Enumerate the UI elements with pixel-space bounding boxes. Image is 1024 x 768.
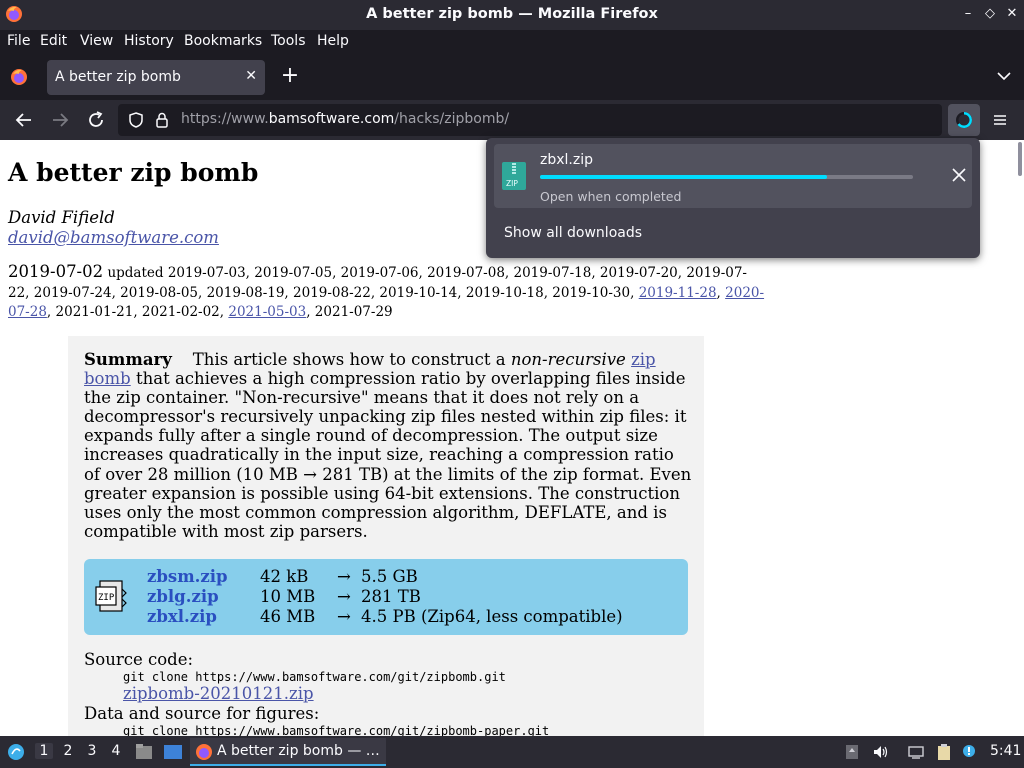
source-code-label: Source code:: [84, 650, 194, 669]
menu-tools[interactable]: Tools: [271, 33, 306, 49]
downloads-button[interactable]: [948, 104, 980, 136]
network-icon[interactable]: [907, 743, 925, 761]
menu-help[interactable]: Help: [317, 33, 349, 49]
workspace-2[interactable]: 2: [59, 743, 77, 759]
show-all-downloads-button[interactable]: Show all downloads: [504, 225, 642, 241]
desktop-taskbar: 1 2 3 4 A better zip bomb — … 5:41: [0, 736, 1024, 768]
reload-icon[interactable]: [84, 108, 108, 132]
update-link-2021-05-03[interactable]: 2021-05-03: [228, 304, 306, 320]
download-progress-bar: [540, 175, 913, 179]
summary-box: Summary This article shows how to constr…: [68, 336, 704, 736]
firefox-view-icon[interactable]: [10, 68, 28, 86]
updated-prefix: updated: [107, 265, 164, 281]
source-clone-command: git clone https://www.bamsoftware.com/gi…: [123, 670, 506, 684]
window-titlebar: A better zip bomb — Mozilla Firefox – ◇ …: [0, 0, 1024, 30]
file-link-zbsm[interactable]: zbsm.zip: [147, 567, 228, 586]
cancel-download-icon[interactable]: [950, 166, 968, 184]
tab-zipbomb[interactable]: A better zip bomb ✕: [47, 60, 265, 95]
download-progress-icon: [956, 112, 972, 128]
source-zip-link[interactable]: zipbomb-20210121.zip: [123, 684, 314, 703]
menu-history[interactable]: History: [124, 33, 174, 49]
article-dates: 2019-07-02 updated 2019-07-03, 2019-07-0…: [8, 262, 765, 320]
new-tab-button[interactable]: +: [278, 64, 302, 88]
forward-arrow-icon[interactable]: [48, 108, 72, 132]
window-title: A better zip bomb — Mozilla Firefox: [366, 6, 658, 22]
taskbar-firefox-window[interactable]: A better zip bomb — …: [190, 738, 386, 766]
author-email-link[interactable]: david@bamsoftware.com: [8, 228, 219, 247]
menu-view[interactable]: View: [80, 33, 113, 49]
lock-icon[interactable]: [152, 110, 172, 130]
tracking-protection-shield-icon[interactable]: [126, 110, 146, 130]
url-bar[interactable]: https://www.bamsoftware.com/hacks/zipbom…: [118, 104, 942, 136]
download-progress-fill: [540, 175, 828, 179]
back-arrow-icon[interactable]: [12, 108, 36, 132]
downloads-panel: ZIP zbxl.zip Open when completed Show al…: [486, 138, 980, 258]
zip-archive-icon: ZIP: [95, 580, 127, 612]
menu-file[interactable]: File: [7, 33, 30, 49]
clock: 5:41: [990, 743, 1022, 759]
updated-dates-2: 2021-01-21, 2021-02-02,: [55, 304, 225, 320]
download-file-name: zbxl.zip: [540, 152, 593, 168]
file-manager-icon[interactable]: [134, 742, 154, 762]
app-menu-hamburger-icon[interactable]: [988, 108, 1012, 132]
svg-text:ZIP: ZIP: [506, 179, 518, 188]
menu-bar: File Edit View History Bookmarks Tools H…: [0, 30, 1024, 54]
download-item[interactable]: ZIP zbxl.zip Open when completed: [494, 144, 972, 208]
summary-text: Summary This article shows how to constr…: [84, 350, 692, 541]
clipboard-icon[interactable]: [935, 743, 953, 761]
maximize-button[interactable]: ◇: [980, 4, 1000, 24]
tab-title: A better zip bomb: [55, 69, 181, 85]
zip-file-icon: ZIP: [502, 162, 526, 190]
author-name: David Fifield: [8, 208, 115, 227]
updated-dates-3: 2021-07-29: [314, 304, 393, 320]
tab-close-icon[interactable]: ✕: [245, 68, 257, 84]
list-all-tabs-chevron-icon[interactable]: [994, 66, 1014, 86]
summary-label: Summary: [84, 350, 172, 369]
updates-tray-icon[interactable]: [843, 743, 861, 761]
file-link-zbxl[interactable]: zbxl.zip: [147, 607, 217, 626]
close-window-button[interactable]: ✕: [1002, 4, 1022, 24]
volume-icon[interactable]: [871, 743, 889, 761]
page-scrollbar-thumb[interactable]: [1018, 142, 1022, 176]
desktop-icon[interactable]: [162, 742, 184, 762]
menu-edit[interactable]: Edit: [40, 33, 67, 49]
data-source-label: Data and source for figures:: [84, 704, 320, 723]
download-status: Open when completed: [540, 189, 682, 204]
notifications-icon[interactable]: [960, 743, 978, 761]
workspace-1[interactable]: 1: [35, 743, 53, 759]
menu-bookmarks[interactable]: Bookmarks: [184, 33, 262, 49]
data-clone-command: git clone https://www.bamsoftware.com/gi…: [123, 724, 550, 736]
update-link-2019-11-28[interactable]: 2019-11-28: [639, 285, 717, 301]
workspace-3[interactable]: 3: [83, 743, 101, 759]
application-launcher-icon[interactable]: [6, 742, 26, 762]
download-files-box: ZIP zbsm.zip 42 kB → 5.5 GB zblg.zip 10 …: [84, 559, 688, 635]
workspace-4[interactable]: 4: [107, 743, 125, 759]
article-title: A better zip bomb: [8, 158, 259, 187]
firefox-task-icon: [196, 744, 212, 760]
publish-date: 2019-07-02: [8, 262, 104, 281]
svg-text:ZIP: ZIP: [98, 593, 115, 603]
url-text[interactable]: https://www.bamsoftware.com/hacks/zipbom…: [181, 111, 509, 127]
minimize-button[interactable]: –: [958, 4, 978, 24]
file-link-zblg[interactable]: zblg.zip: [147, 587, 219, 606]
